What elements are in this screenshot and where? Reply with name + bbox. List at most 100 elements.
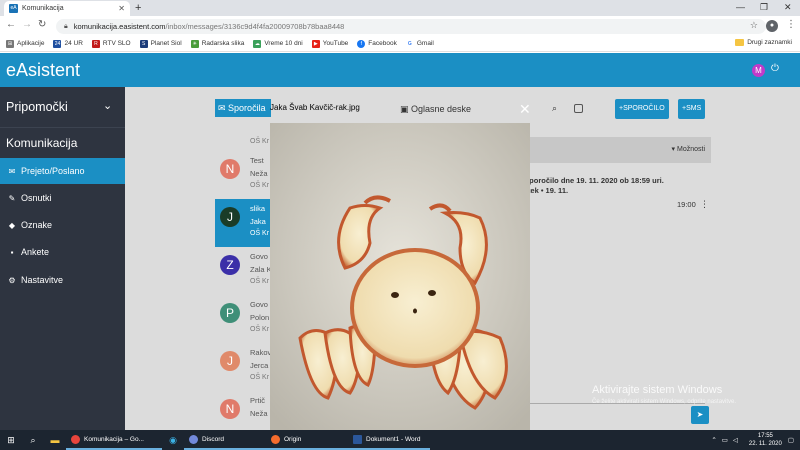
bookmark-planet-siol[interactable]: S Planet Siol: [139, 39, 182, 48]
message-meta: sporočilo dne 19. 11. 2020 ob 18:59 uri.…: [525, 176, 664, 195]
file-explorer-icon[interactable]: ▬: [44, 435, 66, 445]
sidebar-item-ankete[interactable]: ▪ Ankete: [0, 239, 125, 265]
edge-icon[interactable]: ◉: [162, 435, 184, 446]
radar-icon: ✳: [190, 39, 199, 48]
network-icon[interactable]: ▭: [722, 436, 728, 444]
siol-icon: S: [139, 39, 148, 48]
chevron-up-icon[interactable]: ⌃: [711, 436, 716, 444]
windows-start-icon[interactable]: ⊞: [0, 435, 22, 446]
origin-icon: [271, 434, 280, 444]
sidebar-item-osnutki[interactable]: ✎ Osnutki: [0, 185, 125, 211]
forward-icon[interactable]: →: [22, 19, 32, 30]
discord-icon: [189, 434, 198, 444]
facebook-icon: f: [357, 39, 366, 48]
list-item-selected[interactable]: J slika Jaka OŠ Kr: [215, 199, 270, 247]
lightbox-filename: Jaka Švab Kavčič-rak.jpg: [270, 103, 360, 112]
back-icon[interactable]: ←: [6, 19, 16, 30]
word-icon: [353, 434, 362, 444]
address-bar-row: ← → ↻ 🔒︎ komunikacija.easistent.com/inbo…: [0, 16, 800, 36]
gear-icon: ⚙: [8, 275, 16, 285]
avatar: P: [220, 303, 240, 323]
volume-icon[interactable]: ◁: [733, 436, 738, 444]
sidebar: Pripomočki ⌄ Komunikacija ✉ Prejeto/Posl…: [0, 87, 125, 430]
tag-icon: ◆: [8, 220, 16, 230]
list-item[interactable]: J Rakov Jerca OŠ Kr: [215, 343, 271, 391]
apps-grid-icon: ⊞: [6, 39, 14, 48]
search-icon[interactable]: ⌕: [22, 435, 44, 446]
lock-icon: 🔒︎: [64, 22, 68, 30]
other-bookmarks[interactable]: Drugi zaznamki: [735, 39, 792, 46]
new-sms-button[interactable]: +SMS: [678, 99, 706, 119]
list-item[interactable]: N Prtič Neža: [215, 391, 270, 430]
windows-taskbar: ⊞ ⌕ ▬ Komunikacija – Go... ◉ Discord Ori…: [0, 430, 800, 450]
window-close-icon[interactable]: ✕: [784, 2, 792, 13]
reload-icon[interactable]: ↻: [38, 19, 46, 30]
app-header: eAsistent M ⏻: [0, 53, 800, 87]
power-icon[interactable]: ⏻: [771, 63, 779, 74]
easistent-favicon-icon: eA: [9, 4, 18, 13]
send-icon[interactable]: ➤: [691, 406, 709, 424]
clock[interactable]: 17:55 22. 11. 2020: [749, 432, 782, 448]
sidebar-item-prejeto[interactable]: ✉ Prejeto/Poslano: [0, 158, 125, 184]
browser-tab[interactable]: eA Komunikacija ✕: [4, 1, 130, 16]
new-tab-icon[interactable]: +: [135, 2, 141, 14]
url-input[interactable]: 🔒︎ komunikacija.easistent.com/inbox/mess…: [56, 19, 766, 34]
bookmark-aplikacije[interactable]: ⊞ Aplikacije: [6, 39, 44, 48]
bookmark-gmail[interactable]: G Gmail: [405, 39, 434, 48]
notifications-icon[interactable]: ▢: [788, 436, 794, 444]
24ur-icon: 24: [53, 39, 62, 48]
avatar: N: [220, 159, 240, 179]
search-icon[interactable]: ⌕: [552, 103, 557, 114]
bookmarks-bar: ⊞ Aplikacije 24 24 UR R RTV SLO S Planet Sio…: [0, 36, 800, 52]
sidebar-item-oznake[interactable]: ◆ Oznake: [0, 212, 125, 238]
folder-icon: [735, 39, 745, 46]
tab-sporocila[interactable]: ✉ Sporočila: [215, 99, 271, 117]
profile-icon[interactable]: ●: [766, 20, 778, 32]
weather-icon: ☁: [253, 39, 262, 48]
user-avatar[interactable]: M: [752, 64, 765, 77]
list-item[interactable]: Z Govo Zala K OŠ Kr: [215, 247, 272, 295]
bookmark-star-icon[interactable]: ☆: [750, 20, 758, 31]
taskbar-app-origin[interactable]: Origin: [266, 430, 348, 450]
pencil-icon: ✎: [8, 193, 16, 203]
taskbar-app-chrome[interactable]: Komunikacija – Go...: [66, 430, 162, 450]
taskbar-app-discord[interactable]: Discord: [184, 430, 266, 450]
chrome-menu-icon[interactable]: ⋮: [786, 19, 796, 30]
restore-icon[interactable]: ❐: [760, 2, 768, 13]
tab-oglasne-deske[interactable]: ▣ Oglasne deske: [400, 104, 471, 115]
list-item[interactable]: P Govo Polon OŠ Kr: [215, 295, 270, 343]
avatar: N: [220, 399, 240, 419]
tab-title: Komunikacija: [22, 5, 64, 12]
avatar: J: [220, 207, 240, 227]
minimize-icon[interactable]: —: [736, 2, 745, 12]
list-org-label: OŠ Kr: [250, 138, 270, 145]
bookmark-facebook[interactable]: f Facebook: [357, 39, 397, 48]
message-menu-icon[interactable]: ⋮: [700, 199, 709, 210]
lightbox-close-icon[interactable]: ✕: [519, 101, 531, 118]
bookmark-youtube[interactable]: ▶ YouTube: [311, 39, 348, 48]
close-tab-icon[interactable]: ✕: [118, 4, 125, 13]
windows-activation-watermark: Aktivirajte sistem Windows Če želite akt…: [592, 384, 737, 405]
sidebar-item-nastavitve[interactable]: ⚙ Nastavitve: [0, 267, 125, 293]
chevron-down-icon[interactable]: ⌄: [103, 99, 112, 112]
bookmark-vreme[interactable]: ☁ Vreme 10 dni: [253, 39, 303, 48]
select-all-icon[interactable]: [574, 104, 583, 113]
taskbar-app-word[interactable]: Dokument1 - Word: [348, 430, 430, 450]
options-dropdown[interactable]: ▾ Možnosti: [525, 137, 711, 163]
youtube-icon: ▶: [311, 39, 320, 48]
system-tray: ⌃ ▭ ◁ 17:55 22. 11. 2020 ▢: [711, 430, 794, 450]
avatar: Z: [220, 255, 240, 275]
sidebar-tools-heading[interactable]: Pripomočki: [6, 100, 68, 114]
new-message-button[interactable]: +SPOROČILO: [615, 99, 669, 119]
survey-icon: ▪: [10, 247, 14, 257]
list-item[interactable]: N Test Neža OŠ Kr: [215, 151, 270, 199]
avatar: J: [220, 351, 240, 371]
browser-tabstrip: eA Komunikacija ✕ + — ❐ ✕: [0, 0, 800, 16]
chrome-icon: [71, 434, 80, 444]
bookmark-radarska[interactable]: ✳ Radarska slika: [190, 39, 244, 48]
crab-apple-photo: [270, 123, 530, 430]
bookmark-rtvslo[interactable]: R RTV SLO: [91, 39, 131, 48]
easistent-logo[interactable]: eAsistent: [6, 60, 80, 81]
sidebar-section-title: Komunikacija: [6, 136, 78, 150]
bookmark-24ur[interactable]: 24 24 UR: [53, 39, 83, 48]
